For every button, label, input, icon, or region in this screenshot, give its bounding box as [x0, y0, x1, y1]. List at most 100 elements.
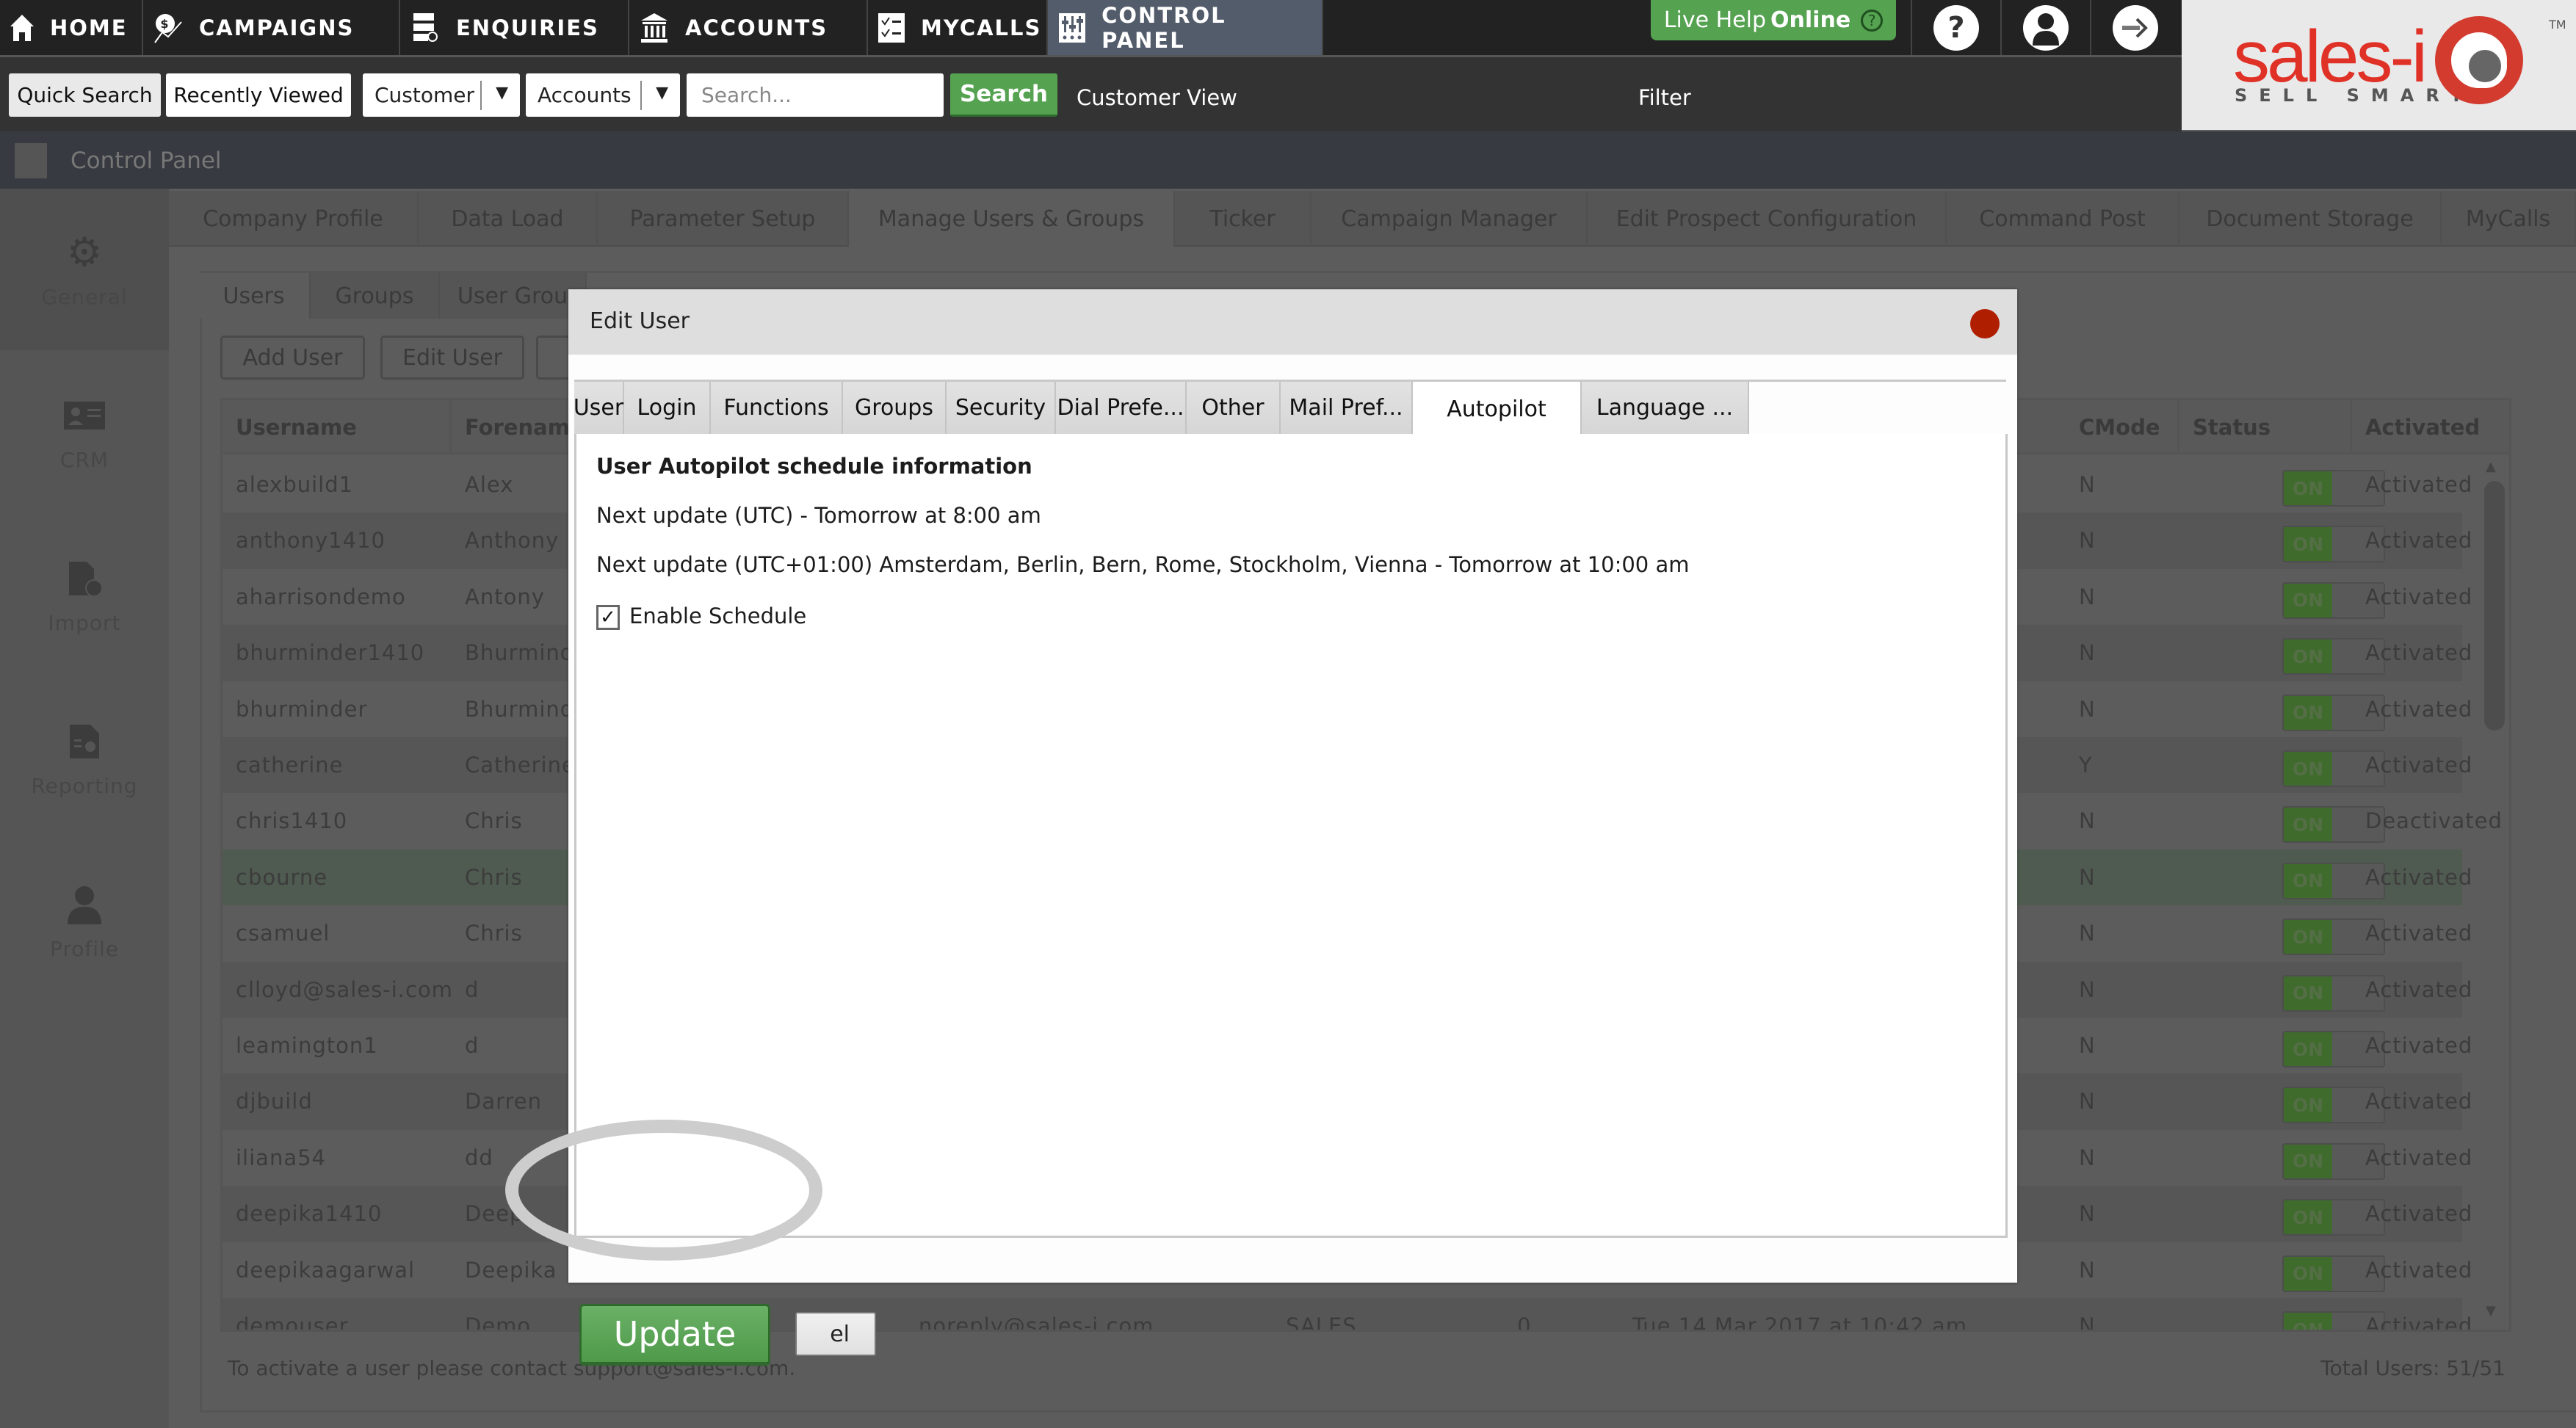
customer-view-link[interactable]: Customer View: [1077, 85, 1237, 110]
search-input[interactable]: [687, 73, 944, 117]
tab-command-post[interactable]: Command Post: [1947, 191, 2179, 247]
cell-forename: Deepika: [465, 1257, 557, 1283]
tab-user[interactable]: User: [574, 382, 624, 436]
cell-cmode: Y: [2079, 753, 2093, 778]
help-button[interactable]: ?: [1911, 0, 2000, 55]
tab-groups[interactable]: Groups: [843, 382, 947, 436]
cell-activated: Activated: [2365, 921, 2473, 946]
live-help-button[interactable]: Live Help Online ?: [1651, 0, 1896, 40]
col-cmode[interactable]: CMode: [2066, 400, 2179, 454]
add-user-button[interactable]: Add User: [220, 336, 365, 380]
sidebar-item-label: Profile: [49, 936, 120, 961]
subtab-user-groups[interactable]: User Grou: [440, 273, 587, 319]
question-circle-icon: ?: [1861, 9, 1884, 32]
cell-last-login: Tue 14 Mar 2017 at 10:42 am: [1632, 1313, 1967, 1332]
tab-edit-prospect-configuration[interactable]: Edit Prospect Configuration: [1588, 191, 1947, 247]
accounts-scope-select[interactable]: Accounts ▼: [526, 73, 680, 117]
tab-document-storage[interactable]: Document Storage: [2179, 191, 2442, 247]
tab-ticker[interactable]: Ticker: [1175, 191, 1311, 247]
cell-username: aharrisondemo: [236, 584, 406, 609]
toggle-on-label: ON: [2284, 695, 2332, 730]
tab-company-profile[interactable]: Company Profile: [169, 191, 419, 247]
logout-icon: [2113, 4, 2158, 51]
scroll-thumb[interactable]: [2484, 481, 2505, 731]
subtab-users[interactable]: Users: [198, 273, 311, 319]
cell-count: 0: [1517, 1313, 1532, 1332]
cell-forename: Antony: [465, 584, 545, 609]
enable-schedule-checkbox[interactable]: ✓: [596, 605, 620, 630]
tab-dial-preferences[interactable]: Dial Prefe...: [1056, 382, 1187, 436]
nav-label: HOME: [50, 15, 128, 40]
nav-mycalls[interactable]: MYCALLS: [868, 0, 1048, 55]
nav-campaigns[interactable]: $ CAMPAIGNS: [143, 0, 400, 55]
sales-i-logo[interactable]: sales-i SELL SMART TM: [2182, 0, 2576, 130]
col-activated[interactable]: Activated: [2352, 400, 2509, 454]
edit-user-button[interactable]: Edit User: [380, 336, 524, 380]
sidebar-item-general[interactable]: ⚙ General: [0, 189, 169, 350]
divider: [480, 81, 482, 110]
logout-button[interactable]: [2090, 0, 2179, 55]
tab-parameter-setup[interactable]: Parameter Setup: [598, 191, 849, 247]
crm-card-icon: [62, 394, 106, 438]
cell-group: SALES: [1286, 1313, 1357, 1332]
nav-enquiries[interactable]: ENQUIRIES: [400, 0, 629, 55]
tab-functions[interactable]: Functions: [711, 382, 843, 436]
sidebar-item-reporting[interactable]: Reporting: [0, 678, 169, 839]
table-scrollbar[interactable]: ▲ ▼: [2483, 459, 2505, 1325]
sidebar-item-import[interactable]: Import: [0, 515, 169, 676]
close-icon[interactable]: [1970, 309, 2000, 338]
campaigns-icon: $: [152, 12, 184, 44]
nav-label: ENQUIRIES: [456, 15, 599, 40]
customer-type-select[interactable]: Customer ▼: [363, 73, 520, 117]
cell-forename: Chris: [465, 864, 523, 890]
toggle-on-label: ON: [2284, 920, 2332, 954]
subtab-groups[interactable]: Groups: [311, 273, 440, 319]
tab-security[interactable]: Security: [947, 382, 1056, 436]
tab-data-load[interactable]: Data Load: [419, 191, 598, 247]
tab-mycalls[interactable]: MyCalls: [2442, 191, 2576, 247]
scroll-up-icon[interactable]: ▲: [2486, 459, 2496, 474]
cancel-button[interactable]: el: [795, 1312, 876, 1356]
tab-login[interactable]: Login: [624, 382, 711, 436]
quick-search-button[interactable]: Quick Search: [9, 73, 161, 117]
live-help-status: Online: [1770, 7, 1851, 33]
tab-autopilot[interactable]: Autopilot: [1413, 382, 1582, 436]
divider: [640, 81, 642, 110]
nav-control-panel[interactable]: CONTROL PANEL: [1048, 0, 1323, 55]
toggle-on-label: ON: [2284, 808, 2332, 842]
cell-forename: Catherine: [465, 753, 576, 778]
sidebar-item-crm[interactable]: CRM: [0, 352, 169, 513]
cell-activated: Activated: [2365, 1313, 2473, 1332]
users-subtabs: Users Groups User Grou: [198, 273, 587, 319]
tab-language[interactable]: Language ...: [1582, 382, 1749, 436]
tab-manage-users-groups[interactable]: Manage Users & Groups: [849, 191, 1175, 247]
update-button[interactable]: Update: [579, 1304, 770, 1366]
tab-other[interactable]: Other: [1187, 382, 1281, 436]
report-file-icon: [62, 720, 106, 764]
tab-campaign-manager[interactable]: Campaign Manager: [1311, 191, 1588, 247]
cell-cmode: N: [2079, 1089, 2096, 1115]
enable-schedule-label[interactable]: Enable Schedule: [629, 604, 806, 628]
sidebar-item-profile[interactable]: Profile: [0, 841, 169, 1002]
recently-viewed-button[interactable]: Recently Viewed: [166, 73, 351, 117]
nav-accounts[interactable]: ACCOUNTS: [629, 0, 868, 55]
chevron-down-icon: ▼: [656, 84, 668, 102]
next-update-local: Next update (UTC+01:00) Amsterdam, Berli…: [596, 552, 1690, 577]
search-button[interactable]: Search: [950, 73, 1057, 117]
tab-mail-preferences[interactable]: Mail Pref...: [1281, 382, 1413, 436]
screen: HOME $ CAMPAIGNS ENQUIRIES ACCOUNTS MYCA…: [0, 0, 2576, 1428]
user-profile-button[interactable]: [2000, 0, 2090, 55]
cell-forename: Anthony: [465, 528, 560, 554]
filter-link[interactable]: Filter: [1638, 85, 1691, 110]
cell-activated: Activated: [2365, 1201, 2473, 1227]
edit-user-dialog: Edit User User Login Functions Groups Se…: [568, 289, 2017, 1366]
col-username[interactable]: Username: [222, 400, 452, 454]
col-status[interactable]: Status: [2179, 400, 2352, 454]
table-row[interactable]: demouserDemoUsernoreply@sales-i.comSALES…: [222, 1298, 2472, 1332]
logo-tagline: SELL SMART: [2235, 85, 2475, 106]
scroll-down-icon[interactable]: ▼: [2486, 1303, 2496, 1319]
nav-home[interactable]: HOME: [0, 0, 143, 55]
cell-forename: dd: [465, 1145, 493, 1170]
home-icon: [9, 12, 35, 44]
cell-cmode: N: [2079, 472, 2096, 497]
